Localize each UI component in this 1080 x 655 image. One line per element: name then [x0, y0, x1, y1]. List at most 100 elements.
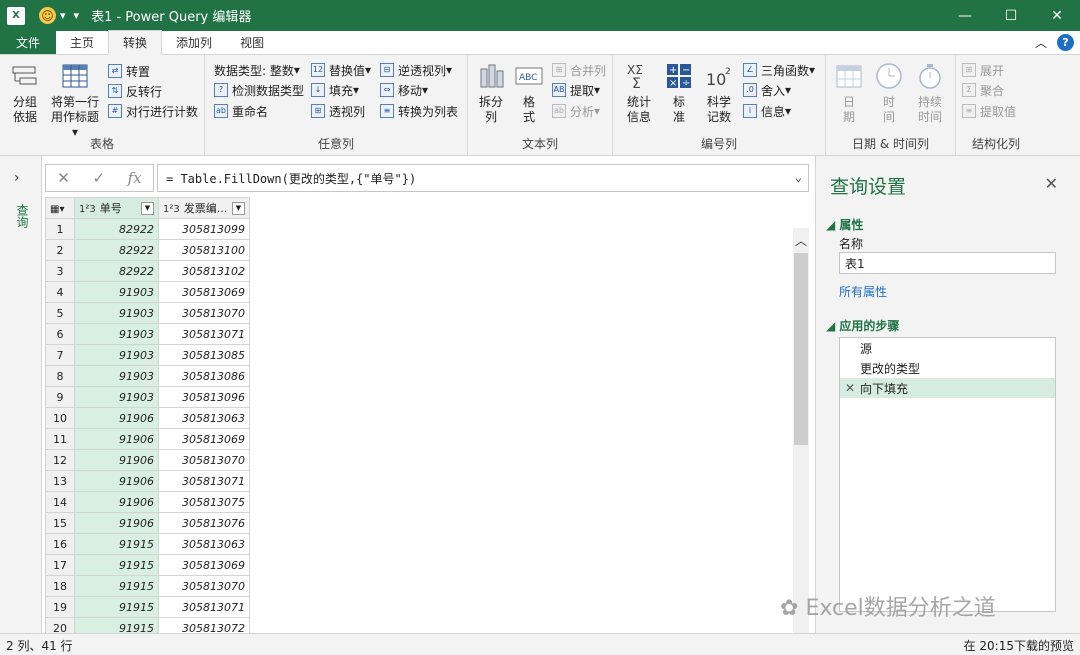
row-number[interactable]: 9	[45, 386, 75, 408]
expand-queries-icon[interactable]: ›	[14, 170, 20, 186]
cell-invoice-no[interactable]: 305813086	[158, 365, 250, 387]
information-button[interactable]: i 信息 ▾	[743, 101, 791, 121]
reverse-rows-button[interactable]: ⇅ 反转行	[108, 81, 162, 101]
table-row[interactable]: 6 91903 305813071	[45, 323, 250, 345]
applied-steps-section[interactable]: ◢ 应用的步骤	[826, 317, 899, 334]
table-row[interactable]: 11 91906 305813069	[45, 428, 250, 450]
cell-invoice-no[interactable]: 305813100	[158, 239, 250, 261]
row-number[interactable]: 18	[45, 575, 75, 597]
replace-values-button[interactable]: 12 替换值 ▾	[311, 60, 371, 80]
table-row[interactable]: 1 82922 305813099	[45, 218, 250, 240]
format-button[interactable]: ABC 格 式	[512, 61, 546, 125]
table-row[interactable]: 3 82922 305813102	[45, 260, 250, 282]
row-number[interactable]: 20	[45, 617, 75, 633]
rename-button[interactable]: ab 重命名	[214, 101, 268, 121]
cell-order-no[interactable]: 91915	[74, 617, 159, 633]
integer-type-icon[interactable]: 1²3	[163, 204, 180, 215]
feedback-dropdown-icon[interactable]: ▾	[60, 9, 66, 22]
fx-icon[interactable]: fx	[128, 169, 142, 187]
unpivot-button[interactable]: ⊟ 逆透视列 ▾	[380, 60, 452, 80]
cell-invoice-no[interactable]: 305813069	[158, 428, 250, 450]
row-number[interactable]: 14	[45, 491, 75, 513]
extract-values-button[interactable]: ≡ 提取值	[962, 101, 1016, 121]
tab-add-column[interactable]: 添加列	[162, 30, 226, 54]
cell-invoice-no[interactable]: 305813071	[158, 470, 250, 492]
row-number[interactable]: 1	[45, 218, 75, 240]
table-row[interactable]: 9 91903 305813096	[45, 386, 250, 408]
collapse-ribbon-icon[interactable]: ︿	[1035, 34, 1047, 51]
table-row[interactable]: 12 91906 305813070	[45, 449, 250, 471]
cell-invoice-no[interactable]: 305813063	[158, 533, 250, 555]
filter-dropdown-icon[interactable]: ▼	[141, 201, 154, 215]
cell-invoice-no[interactable]: 305813075	[158, 491, 250, 513]
table-menu-button[interactable]: ▦▾	[45, 197, 75, 219]
column-header-invoice-no[interactable]: 1²3 发票编... ▼	[158, 197, 250, 219]
cell-invoice-no[interactable]: 305813071	[158, 596, 250, 618]
cell-invoice-no[interactable]: 305813070	[158, 449, 250, 471]
tab-file[interactable]: 文件	[0, 30, 57, 54]
column-header-order-no[interactable]: 1²3 单号 ▼	[74, 197, 159, 219]
cell-order-no[interactable]: 91903	[74, 344, 159, 366]
cell-invoice-no[interactable]: 305813071	[158, 323, 250, 345]
integer-type-icon[interactable]: 1²3	[79, 204, 96, 215]
expand-button[interactable]: ⊞ 展开	[962, 60, 1004, 80]
feedback-smiley-icon[interactable]: ☺	[39, 7, 56, 24]
delete-step-icon[interactable]: ✕	[845, 381, 855, 395]
cell-invoice-no[interactable]: 305813096	[158, 386, 250, 408]
close-pane-icon[interactable]: ✕	[1045, 174, 1058, 193]
use-first-row-button[interactable]: 将第一行 用作标题 ▾	[47, 61, 103, 140]
table-row[interactable]: 13 91906 305813071	[45, 470, 250, 492]
table-row[interactable]: 4 91903 305813069	[45, 281, 250, 303]
cell-order-no[interactable]: 91906	[74, 428, 159, 450]
to-list-button[interactable]: ≡ 转换为列表	[380, 101, 458, 121]
filter-dropdown-icon[interactable]: ▼	[232, 201, 245, 215]
cell-invoice-no[interactable]: 305813063	[158, 407, 250, 429]
cell-order-no[interactable]: 91903	[74, 386, 159, 408]
merge-columns-button[interactable]: ⊞ 合并列	[552, 60, 606, 80]
properties-section[interactable]: ◢ 属性	[826, 216, 863, 233]
cell-order-no[interactable]: 91906	[74, 512, 159, 534]
customize-toolbar-icon[interactable]: ▾	[74, 9, 80, 22]
formula-expand-icon[interactable]: ⌄	[795, 170, 802, 184]
row-number[interactable]: 5	[45, 302, 75, 324]
cell-invoice-no[interactable]: 305813069	[158, 554, 250, 576]
formula-input[interactable]: = Table.FillDown(更改的类型,{"单号"}) ⌄	[157, 164, 809, 192]
step-changed-type[interactable]: 更改的类型	[840, 358, 1055, 378]
row-number[interactable]: 16	[45, 533, 75, 555]
cell-invoice-no[interactable]: 305813070	[158, 302, 250, 324]
date-button[interactable]: 日 期	[832, 61, 866, 125]
table-row[interactable]: 19 91915 305813071	[45, 596, 250, 618]
row-number[interactable]: 6	[45, 323, 75, 345]
cell-order-no[interactable]: 91906	[74, 491, 159, 513]
row-number[interactable]: 19	[45, 596, 75, 618]
time-button[interactable]: 时 间	[872, 61, 906, 125]
aggregate-button[interactable]: Σ 聚合	[962, 80, 1004, 100]
row-number[interactable]: 15	[45, 512, 75, 534]
cell-order-no[interactable]: 91903	[74, 323, 159, 345]
help-icon[interactable]: ?	[1057, 34, 1074, 51]
table-row[interactable]: 14 91906 305813075	[45, 491, 250, 513]
scientific-button[interactable]: 10 2 科学 记数	[699, 61, 739, 125]
table-row[interactable]: 8 91903 305813086	[45, 365, 250, 387]
cancel-formula-icon[interactable]: ✕	[57, 169, 70, 187]
row-number[interactable]: 7	[45, 344, 75, 366]
pivot-button[interactable]: ⊞ 透视列	[311, 101, 365, 121]
group-by-button[interactable]: 分组 依据	[6, 61, 44, 125]
table-row[interactable]: 18 91915 305813070	[45, 575, 250, 597]
query-name-input[interactable]: 表1	[839, 252, 1056, 274]
table-row[interactable]: 2 82922 305813100	[45, 239, 250, 261]
step-source[interactable]: 源	[840, 338, 1055, 358]
tab-home[interactable]: 主页	[56, 30, 108, 54]
standard-button[interactable]: + − × ÷ 标 准	[663, 61, 695, 125]
count-rows-button[interactable]: # 对行进行计数	[108, 101, 198, 121]
cell-invoice-no[interactable]: 305813102	[158, 260, 250, 282]
row-number[interactable]: 11	[45, 428, 75, 450]
minimize-button[interactable]: —	[942, 0, 988, 31]
cell-order-no[interactable]: 91903	[74, 365, 159, 387]
cell-invoice-no[interactable]: 305813076	[158, 512, 250, 534]
close-window-button[interactable]: ✕	[1034, 0, 1080, 31]
cell-order-no[interactable]: 82922	[74, 239, 159, 261]
cell-order-no[interactable]: 91903	[74, 302, 159, 324]
row-number[interactable]: 2	[45, 239, 75, 261]
cell-order-no[interactable]: 91915	[74, 596, 159, 618]
